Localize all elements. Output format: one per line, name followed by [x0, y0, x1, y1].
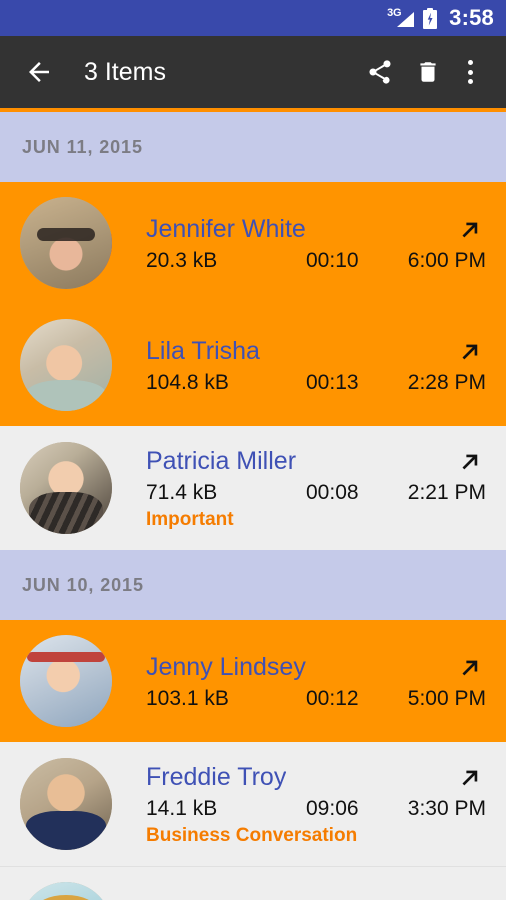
- call-outgoing-arrow-icon: [454, 762, 486, 794]
- call-outgoing-arrow-icon: [454, 214, 486, 246]
- list-item[interactable]: Patricia Miller 71.4 kB 00:08 2:21 PM Import…: [0, 426, 506, 550]
- list-item-body: Lila Trisha 104.8 kB 00:13 2:28 PM: [146, 336, 486, 395]
- date-section-header: JUN 10, 2015: [0, 550, 506, 620]
- toolbar: 3 Items: [0, 36, 506, 108]
- timestamp: 2:28 PM: [407, 370, 486, 394]
- back-arrow-icon[interactable]: [22, 55, 56, 89]
- network-type-label: 3G: [387, 7, 402, 19]
- duration: 00:12: [306, 686, 359, 710]
- avatar[interactable]: [20, 319, 112, 411]
- status-bar-icons: 3G 3:58: [387, 5, 494, 31]
- signal-3g-icon: 3G: [387, 7, 415, 29]
- duration: 00:13: [306, 370, 359, 394]
- list-item-primary-line: Lila Trisha: [146, 336, 486, 368]
- avatar[interactable]: [20, 442, 112, 534]
- contact-name: Patricia Miller: [146, 447, 297, 475]
- list-item-body: Jennifer White 20.3 kB 00:10 6:00 PM: [146, 214, 486, 273]
- timestamp: 2:21 PM: [407, 480, 486, 504]
- avatar[interactable]: [20, 882, 112, 900]
- list-item[interactable]: Lila Trisha 104.8 kB 00:13 2:28 PM: [0, 304, 506, 426]
- category-tag: Business Conversation: [146, 824, 358, 846]
- file-size: 103.1 kB: [146, 686, 229, 710]
- share-icon[interactable]: [356, 48, 404, 96]
- list-item-body: Jenny Lindsey 103.1 kB 00:12 5:00 PM: [146, 652, 486, 711]
- date-section-header: JUN 11, 2015: [0, 112, 506, 182]
- call-outgoing-arrow-icon: [454, 336, 486, 368]
- avatar[interactable]: [20, 635, 112, 727]
- overflow-menu-icon[interactable]: [452, 48, 488, 96]
- file-size: 14.1 kB: [146, 796, 218, 820]
- avatar[interactable]: [20, 197, 112, 289]
- file-size: 20.3 kB: [146, 248, 218, 272]
- delete-icon[interactable]: [404, 48, 452, 96]
- timestamp: 6:00 PM: [407, 248, 486, 272]
- list-item-meta-line: 104.8 kB 00:13 2:28 PM: [146, 371, 486, 395]
- contact-name: Jenny Lindsey: [146, 653, 306, 681]
- list-item-primary-line: Jenny Lindsey: [146, 652, 486, 684]
- date-section-label: JUN 11, 2015: [22, 136, 143, 157]
- recordings-list[interactable]: JUN 11, 2015 Jennifer White 20.3 kB 00:10 6:…: [0, 112, 506, 900]
- date-section-label: JUN 10, 2015: [22, 574, 144, 595]
- list-item-meta-line: 14.1 kB 09:06 3:30 PM: [146, 797, 486, 821]
- list-item-primary-line: Freddie Troy: [146, 762, 486, 794]
- file-size: 71.4 kB: [146, 480, 218, 504]
- list-item[interactable]: Jenny Lindsey 103.1 kB 00:12 5:00 PM: [0, 620, 506, 742]
- battery-charging-icon: [423, 7, 438, 29]
- list-item-meta-line: 103.1 kB 00:12 5:00 PM: [146, 687, 486, 711]
- category-tag: Important: [146, 508, 234, 530]
- list-item[interactable]: Jennifer White 20.3 kB 00:10 6:00 PM: [0, 182, 506, 304]
- contact-name: Freddie Troy: [146, 763, 287, 791]
- list-item-meta-line: 71.4 kB 00:08 2:21 PM: [146, 481, 486, 505]
- page-title: 3 Items: [84, 57, 166, 86]
- call-outgoing-arrow-icon: [454, 652, 486, 684]
- duration: 00:10: [306, 248, 359, 272]
- duration: 09:06: [306, 796, 359, 820]
- file-size: 104.8 kB: [146, 370, 229, 394]
- list-item-body: Freddie Troy 14.1 kB 09:06 3:30 PM Business …: [146, 762, 486, 847]
- status-bar: 3G 3:58: [0, 0, 506, 36]
- avatar[interactable]: [20, 758, 112, 850]
- list-item-meta-line: 20.3 kB 00:10 6:00 PM: [146, 249, 486, 273]
- duration: 00:08: [306, 480, 359, 504]
- list-item-primary-line: Patricia Miller: [146, 446, 486, 478]
- timestamp: 3:30 PM: [407, 796, 486, 820]
- call-outgoing-arrow-icon: [454, 446, 486, 478]
- app-root: 3G 3:58 3 Items JUN 11, 2015 Jennifer Wh…: [0, 0, 506, 900]
- status-bar-clock: 3:58: [449, 5, 494, 30]
- timestamp: 5:00 PM: [407, 686, 486, 710]
- contact-name: Jennifer White: [146, 215, 306, 243]
- list-item-body: Patricia Miller 71.4 kB 00:08 2:21 PM Import…: [146, 446, 486, 531]
- list-item-primary-line: Jennifer White: [146, 214, 486, 246]
- list-item[interactable]: Malcolm Sylvester: [0, 867, 506, 900]
- list-item[interactable]: Freddie Troy 14.1 kB 09:06 3:30 PM Business …: [0, 742, 506, 866]
- contact-name: Lila Trisha: [146, 337, 260, 365]
